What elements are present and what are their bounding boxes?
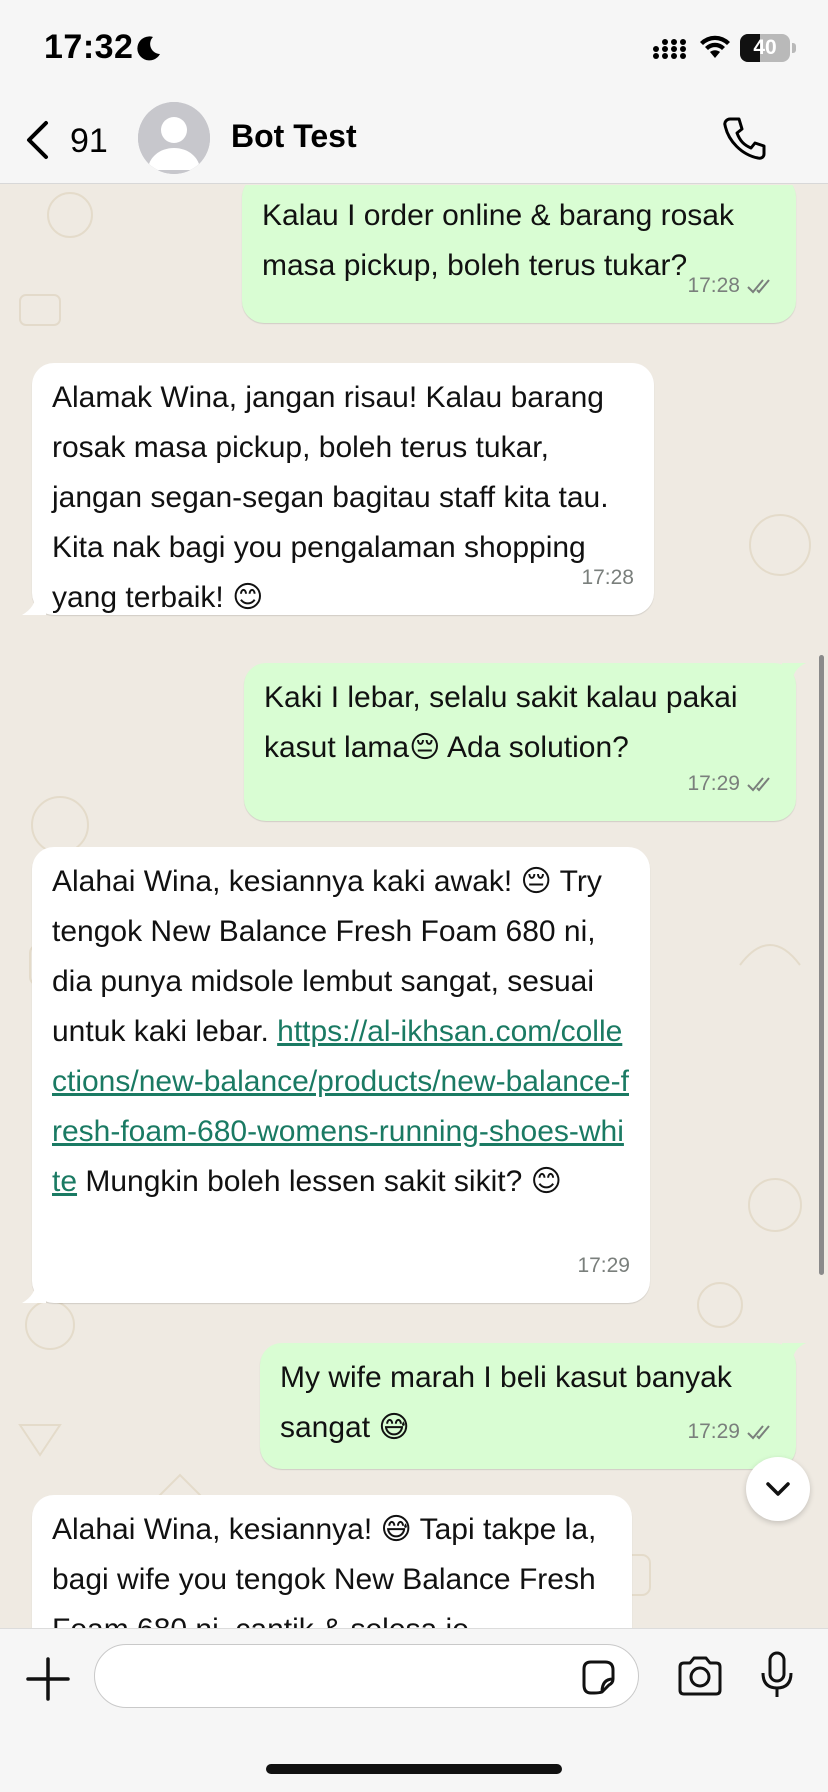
attach-button[interactable] [24,1655,72,1703]
message-input[interactable] [94,1644,639,1708]
phone-icon [723,117,766,160]
battery-nub [792,43,796,53]
microphone-icon [761,1651,793,1697]
outgoing-message[interactable]: My wife marah I beli kasut banyak sangat… [260,1343,806,1469]
voice-call-button[interactable] [720,114,768,162]
voice-message-button[interactable] [760,1651,794,1701]
unread-chats-count: 91 [70,122,108,160]
home-indicator[interactable] [266,1764,562,1774]
message-text: Kaki I lebar, selalu sakit kalau pakai k… [264,681,738,764]
chat-message-list[interactable]: Kalau I order online & barang rosak masa… [0,185,828,1628]
camera-icon [678,1656,722,1696]
wifi-icon [698,34,732,65]
bubble-tail [782,1343,806,1365]
status-time: 17:32 [44,28,134,66]
battery-icon: 40 [740,34,790,62]
double-check-icon [747,279,770,294]
person-avatar-icon [138,102,210,174]
chat-header: 91 Bot Test [0,96,828,184]
scroll-to-bottom-button[interactable] [746,1457,810,1521]
incoming-message[interactable]: Alamak Wina, jangan risau! Kalau barang … [22,363,654,615]
bubble-tail [22,1281,46,1303]
incoming-message[interactable]: Alahai Wina, kesiannya kaki awak! 😔 Try … [22,847,650,1303]
avatar[interactable] [138,102,210,174]
message-time: 17:29 [687,772,740,795]
cellular-signal-icon [652,38,688,65]
bubble-tail [22,593,46,615]
message-meta: 17:28 [687,261,776,311]
incoming-message[interactable]: Alahai Wina, kesiannya! 😅 Tapi takpe la,… [32,1495,632,1628]
message-text: Alahai Wina, kesiannya! 😅 Tapi takpe la,… [52,1513,597,1628]
chevron-down-icon [766,1482,790,1496]
back-button[interactable]: 91 [20,110,130,170]
contact-name[interactable]: Bot Test [231,118,357,155]
message-text: Alamak Wina, jangan risau! Kalau barang … [52,381,609,614]
bubble-tail [782,663,806,685]
status-bar: 17:32 40 [0,0,828,96]
message-meta: 17:29 [687,759,776,809]
message-text-after-link: Mungkin boleh lessen sakit sikit? 😊 [77,1165,562,1198]
whatsapp-chat-screen: 17:32 40 91 Bot Test Kalau I order onlin… [0,0,828,1792]
message-meta: 17:29 [577,1241,630,1291]
moon-icon [135,34,163,67]
message-time: 17:28 [581,566,634,589]
battery-percentage: 40 [753,36,777,59]
outgoing-message[interactable]: Kalau I order online & barang rosak masa… [242,185,796,323]
message-meta: 17:29 [687,1407,776,1457]
message-text: Alahai Wina, kesiannya kaki awak! 😔 Try … [52,857,630,1207]
message-composer [0,1628,828,1792]
chevron-left-icon [24,120,50,165]
message-time: 17:29 [687,1420,740,1443]
camera-button[interactable] [676,1655,724,1697]
message-time: 17:28 [687,274,740,297]
sticker-icon [582,1660,615,1695]
message-time: 17:29 [577,1254,630,1277]
double-check-icon [747,1425,770,1440]
message-meta: 17:28 [581,553,634,603]
sticker-button[interactable] [578,1657,618,1697]
scrollbar[interactable] [819,655,824,1275]
plus-icon [26,1657,70,1701]
outgoing-message[interactable]: Kaki I lebar, selalu sakit kalau pakai k… [244,663,806,821]
double-check-icon [747,777,770,792]
